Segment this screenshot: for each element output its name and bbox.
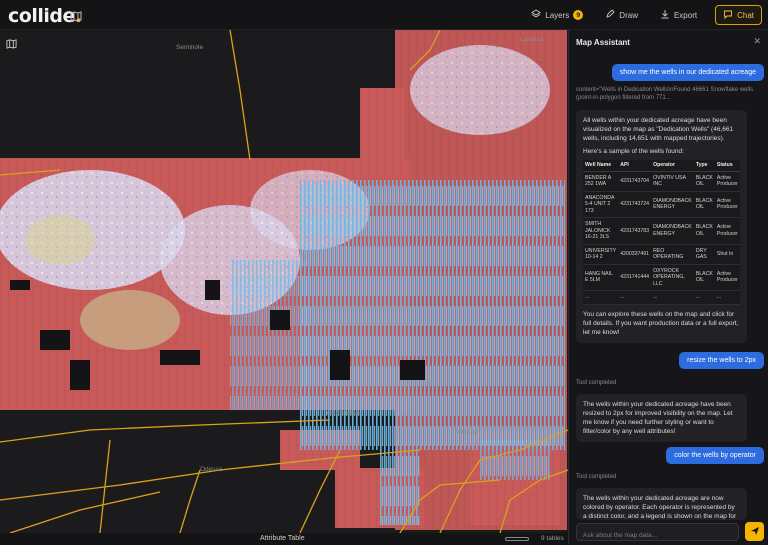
top-bar: collide. Layers 9 Draw Export Chat (0, 0, 768, 30)
draw-button[interactable]: Draw (601, 5, 642, 25)
table-cell: ... (693, 290, 715, 305)
table-cell: 4231743704 (618, 171, 652, 192)
assistant-message: The wells within your dedicated acreage … (576, 394, 747, 442)
place-label: Lamesa (520, 36, 544, 43)
place-label: Seminole (176, 44, 204, 51)
assistant-message: The wells within your dedicated acreage … (576, 488, 747, 520)
table-cell: ... (714, 290, 740, 305)
table-cell: Active Producer (714, 191, 740, 218)
table-cell: UNIVERSITY 10-14 2 (583, 244, 619, 265)
assistant-text: All wells within your dedicated acreage … (583, 117, 734, 142)
send-icon (750, 523, 760, 541)
chat-input-wrapper (576, 523, 739, 544)
export-button[interactable]: Export (656, 5, 701, 25)
layers-button[interactable]: Layers 9 (527, 5, 587, 25)
table-cell: OVINTIV USA INC (651, 171, 694, 192)
table-cell: BLACK OIL (693, 191, 715, 218)
table-cell: BENDER A 252 1WA (583, 171, 619, 192)
table-cell: SMITH JALONICK 16-21 3LS (583, 217, 619, 245)
draw-label: Draw (619, 10, 638, 20)
layers-label: Layers (545, 10, 570, 20)
assistant-text: You can explore these wells on the map a… (583, 310, 739, 336)
map-assistant-panel: Map Assistant ✕ show me the wells in our… (568, 30, 768, 545)
table-cell: ... (583, 290, 619, 305)
send-button[interactable] (745, 522, 764, 541)
table-cell: 4231743783 (618, 217, 652, 245)
table-cell: ANACONDA 5-4 UNIT 2 173 (583, 191, 619, 218)
layers-count-badge: 9 (573, 10, 584, 20)
table-row: UNIVERSITY 10-14 2 4200337491 REO OPERAT… (583, 244, 740, 265)
table-cell: Active Producer (714, 217, 740, 245)
column-header: Type (693, 160, 715, 172)
place-label: Odessa (200, 466, 223, 473)
column-header: Status (714, 160, 740, 172)
table-cell: Active Producer (714, 171, 740, 192)
table-row: ... ... ... ... ... (583, 290, 740, 305)
table-cell: BLACK OIL (693, 171, 715, 192)
resize-handle[interactable] (505, 537, 529, 541)
table-row: ANACONDA 5-4 UNIT 2 173 4231743724 DIAMO… (583, 191, 740, 218)
tables-count: 9 tables (541, 535, 564, 542)
table-cell: REO OPERATING (651, 244, 694, 265)
column-header: API (618, 160, 652, 172)
map-layers (0, 30, 568, 533)
chat-input[interactable] (577, 527, 738, 544)
top-nav: Layers 9 Draw Export Chat (527, 5, 762, 25)
table-cell: HANG NAIL E 5LM (583, 264, 619, 291)
table-cell: BLACK OIL (693, 264, 715, 291)
column-header: Operator (651, 160, 694, 172)
table-cell: Shut In (714, 244, 740, 265)
table-row: BENDER A 252 1WA 4231743704 OVINTIV USA … (583, 171, 740, 192)
place-label: Midland (455, 429, 478, 436)
bottom-bar: Attribute Table 9 tables (0, 533, 568, 545)
table-cell: DRY GAS (693, 244, 715, 265)
tool-status: Tool completed (576, 474, 617, 480)
user-message: color the wells by operator (666, 447, 764, 464)
table-cell: 4200337491 (618, 244, 652, 265)
table-header-row: Well Name API Operator Type Status (583, 160, 740, 172)
table-cell: BLACK OIL (693, 217, 715, 245)
chat-icon (723, 9, 733, 21)
export-label: Export (673, 10, 698, 20)
assistant-message: All wells within your dedicated acreage … (576, 110, 747, 343)
table-cell: OXYROCK OPERATING, LLC (651, 264, 694, 291)
place-label: Gardendale (327, 410, 361, 417)
attribute-table-button[interactable]: Attribute Table (260, 535, 305, 542)
assistant-text: Here's a sample of the wells found: (583, 148, 684, 155)
column-header: Well Name (583, 160, 619, 172)
draw-icon (605, 9, 615, 21)
table-row: SMITH JALONICK 16-21 3LS 4231743783 DIAM… (583, 217, 740, 245)
table-cell: ... (651, 290, 694, 305)
table-cell: DIAMONDBACK ENERGY (651, 217, 694, 245)
table-cell: 4231743724 (618, 191, 652, 218)
chat-label: Chat (737, 10, 754, 20)
wells-table: Well Name API Operator Type Status BENDE… (583, 160, 740, 305)
table-cell: 4231741444 (618, 264, 652, 291)
layers-icon (531, 9, 542, 21)
map-canvas[interactable]: Seminole Lamesa Gardendale Midland Odess… (0, 30, 568, 533)
chat-button[interactable]: Chat (715, 5, 762, 25)
tool-status: Tool completed (576, 380, 617, 386)
map-toggle-button[interactable] (4, 36, 18, 50)
table-row: HANG NAIL E 5LM 4231741444 OXYROCK OPERA… (583, 264, 740, 291)
table-cell: Active Producer (714, 264, 740, 291)
system-message: content="Wells in Dedication Wells\nFoun… (576, 87, 754, 101)
table-cell: DIAMONDBACK ENERGY (651, 191, 694, 218)
user-message: show me the wells in our dedicated acrea… (611, 64, 764, 81)
close-icon[interactable]: ✕ (753, 36, 761, 47)
user-message: resize the wells to 2px (679, 352, 764, 369)
download-icon (660, 9, 670, 21)
table-cell: ... (618, 290, 652, 305)
map-icon[interactable] (70, 9, 82, 27)
panel-title: Map Assistant (576, 38, 630, 47)
